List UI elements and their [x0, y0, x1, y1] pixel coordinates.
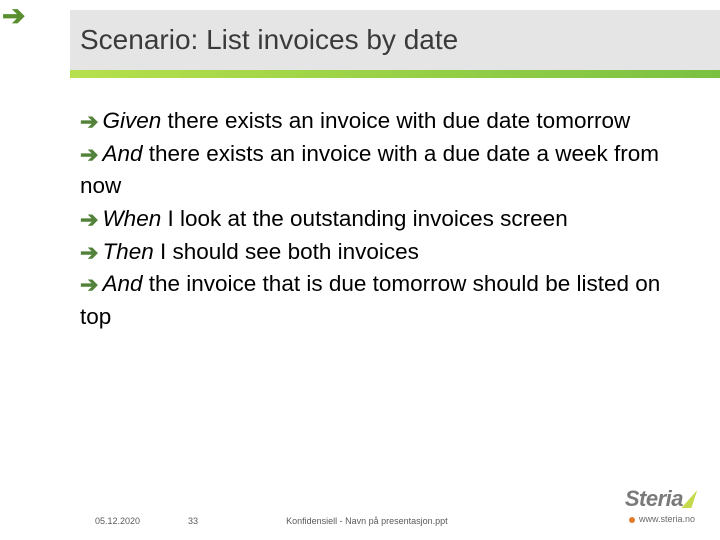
arrow-icon: ➔: [80, 240, 98, 265]
keyword: Given: [102, 108, 161, 133]
keyword: Then: [102, 239, 153, 264]
bullet-text: I look at the outstanding invoices scree…: [161, 206, 568, 231]
footer-page: 33: [188, 516, 198, 526]
accent-bar: [70, 70, 720, 78]
bullet-item: ➔Then I should see both invoices: [80, 236, 680, 269]
keyword: When: [102, 206, 161, 231]
footer-date: 05.12.2020: [95, 516, 140, 526]
bullet-text: there exists an invoice with a due date …: [80, 141, 659, 199]
bullet-item: ➔And there exists an invoice with a due …: [80, 138, 680, 203]
bullet-text: I should see both invoices: [154, 239, 419, 264]
title-band: Scenario: List invoices by date: [70, 10, 720, 70]
logo-area: Steria www.steria.no: [625, 486, 695, 524]
logo-text: Steria: [625, 486, 683, 511]
steria-logo: Steria: [625, 486, 695, 512]
bullet-text: there exists an invoice with due date to…: [161, 108, 630, 133]
keyword: And: [102, 141, 142, 166]
corner-arrow-icon: ➔: [2, 2, 25, 30]
keyword: And: [102, 271, 142, 296]
bullet-item: ➔Given there exists an invoice with due …: [80, 105, 680, 138]
arrow-icon: ➔: [80, 272, 98, 297]
bullet-text: the invoice that is due tomorrow should …: [80, 271, 660, 329]
arrow-icon: ➔: [80, 109, 98, 134]
arrow-icon: ➔: [80, 207, 98, 232]
footer: 05.12.2020 33 Konfidensiell - Navn på pr…: [95, 516, 690, 526]
site-url: www.steria.no: [625, 514, 695, 524]
bullet-item: ➔When I look at the outstanding invoices…: [80, 203, 680, 236]
logo-accent-icon: [681, 490, 697, 508]
page-title: Scenario: List invoices by date: [80, 24, 458, 56]
content-body: ➔Given there exists an invoice with due …: [80, 105, 680, 333]
bullet-item: ➔And the invoice that is due tomorrow sh…: [80, 268, 680, 333]
arrow-icon: ➔: [80, 142, 98, 167]
